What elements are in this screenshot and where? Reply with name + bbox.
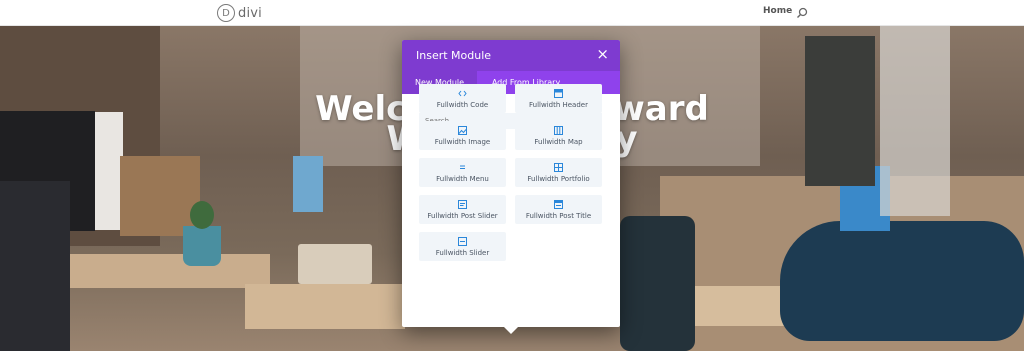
module-label: Fullwidth Map — [534, 137, 583, 146]
search-icon[interactable] — [796, 6, 808, 18]
module-label: Fullwidth Slider — [435, 248, 490, 257]
modal-title: Insert Module — [416, 49, 492, 62]
top-navigation-bar: D divi Home — [0, 0, 1024, 26]
module-label: Fullwidth Menu — [436, 174, 489, 183]
module-fullwidth-code[interactable]: Fullwidth Code — [419, 84, 506, 113]
menu-icon — [458, 163, 467, 172]
module-fullwidth-portfolio[interactable]: Fullwidth Portfolio — [515, 158, 602, 187]
close-icon[interactable]: × — [596, 46, 609, 63]
center-desk — [245, 284, 405, 329]
module-label: Fullwidth Header — [529, 100, 588, 109]
module-fullwidth-image[interactable]: Fullwidth Image — [419, 121, 506, 150]
module-label: Fullwidth Post Title — [525, 211, 592, 220]
radio — [298, 244, 372, 284]
module-label: Fullwidth Code — [436, 100, 489, 109]
modal-header: Insert Module × — [402, 40, 620, 71]
module-fullwidth-post-slider[interactable]: Fullwidth Post Slider — [419, 195, 506, 224]
map-icon — [554, 125, 563, 135]
right-chair — [620, 216, 695, 351]
left-chair — [0, 181, 70, 351]
plant-pot — [183, 226, 221, 266]
plant — [190, 201, 214, 229]
divi-logo[interactable]: D divi — [217, 3, 262, 23]
shelf — [120, 156, 200, 236]
left-desk — [60, 254, 270, 288]
modal-pointer — [503, 326, 519, 334]
module-label: Fullwidth Post Slider — [427, 211, 498, 220]
post-title-icon — [554, 199, 563, 209]
module-fullwidth-menu[interactable]: Fullwidth Menu — [419, 158, 506, 187]
portfolio-icon — [554, 162, 563, 172]
image-icon — [458, 125, 467, 135]
module-fullwidth-header[interactable]: Fullwidth Header — [515, 84, 602, 113]
post-slider-icon — [458, 199, 467, 209]
slider-icon — [458, 236, 467, 246]
module-fullwidth-map[interactable]: Fullwidth Map — [515, 121, 602, 150]
flag — [293, 156, 323, 212]
logo-mark: D — [217, 4, 235, 22]
module-fullwidth-slider[interactable]: Fullwidth Slider — [419, 232, 506, 261]
header-icon — [554, 88, 563, 98]
module-label: Fullwidth Portfolio — [527, 174, 590, 183]
module-fullwidth-post-title[interactable]: Fullwidth Post Title — [515, 195, 602, 224]
nav-link-home[interactable]: Home — [763, 6, 792, 16]
code-icon — [458, 89, 467, 98]
insert-module-modal: Insert Module × New Module Add From Libr… — [402, 40, 620, 327]
module-label: Fullwidth Image — [434, 137, 491, 146]
beanbag — [780, 221, 1024, 341]
logo-text: divi — [238, 5, 262, 21]
